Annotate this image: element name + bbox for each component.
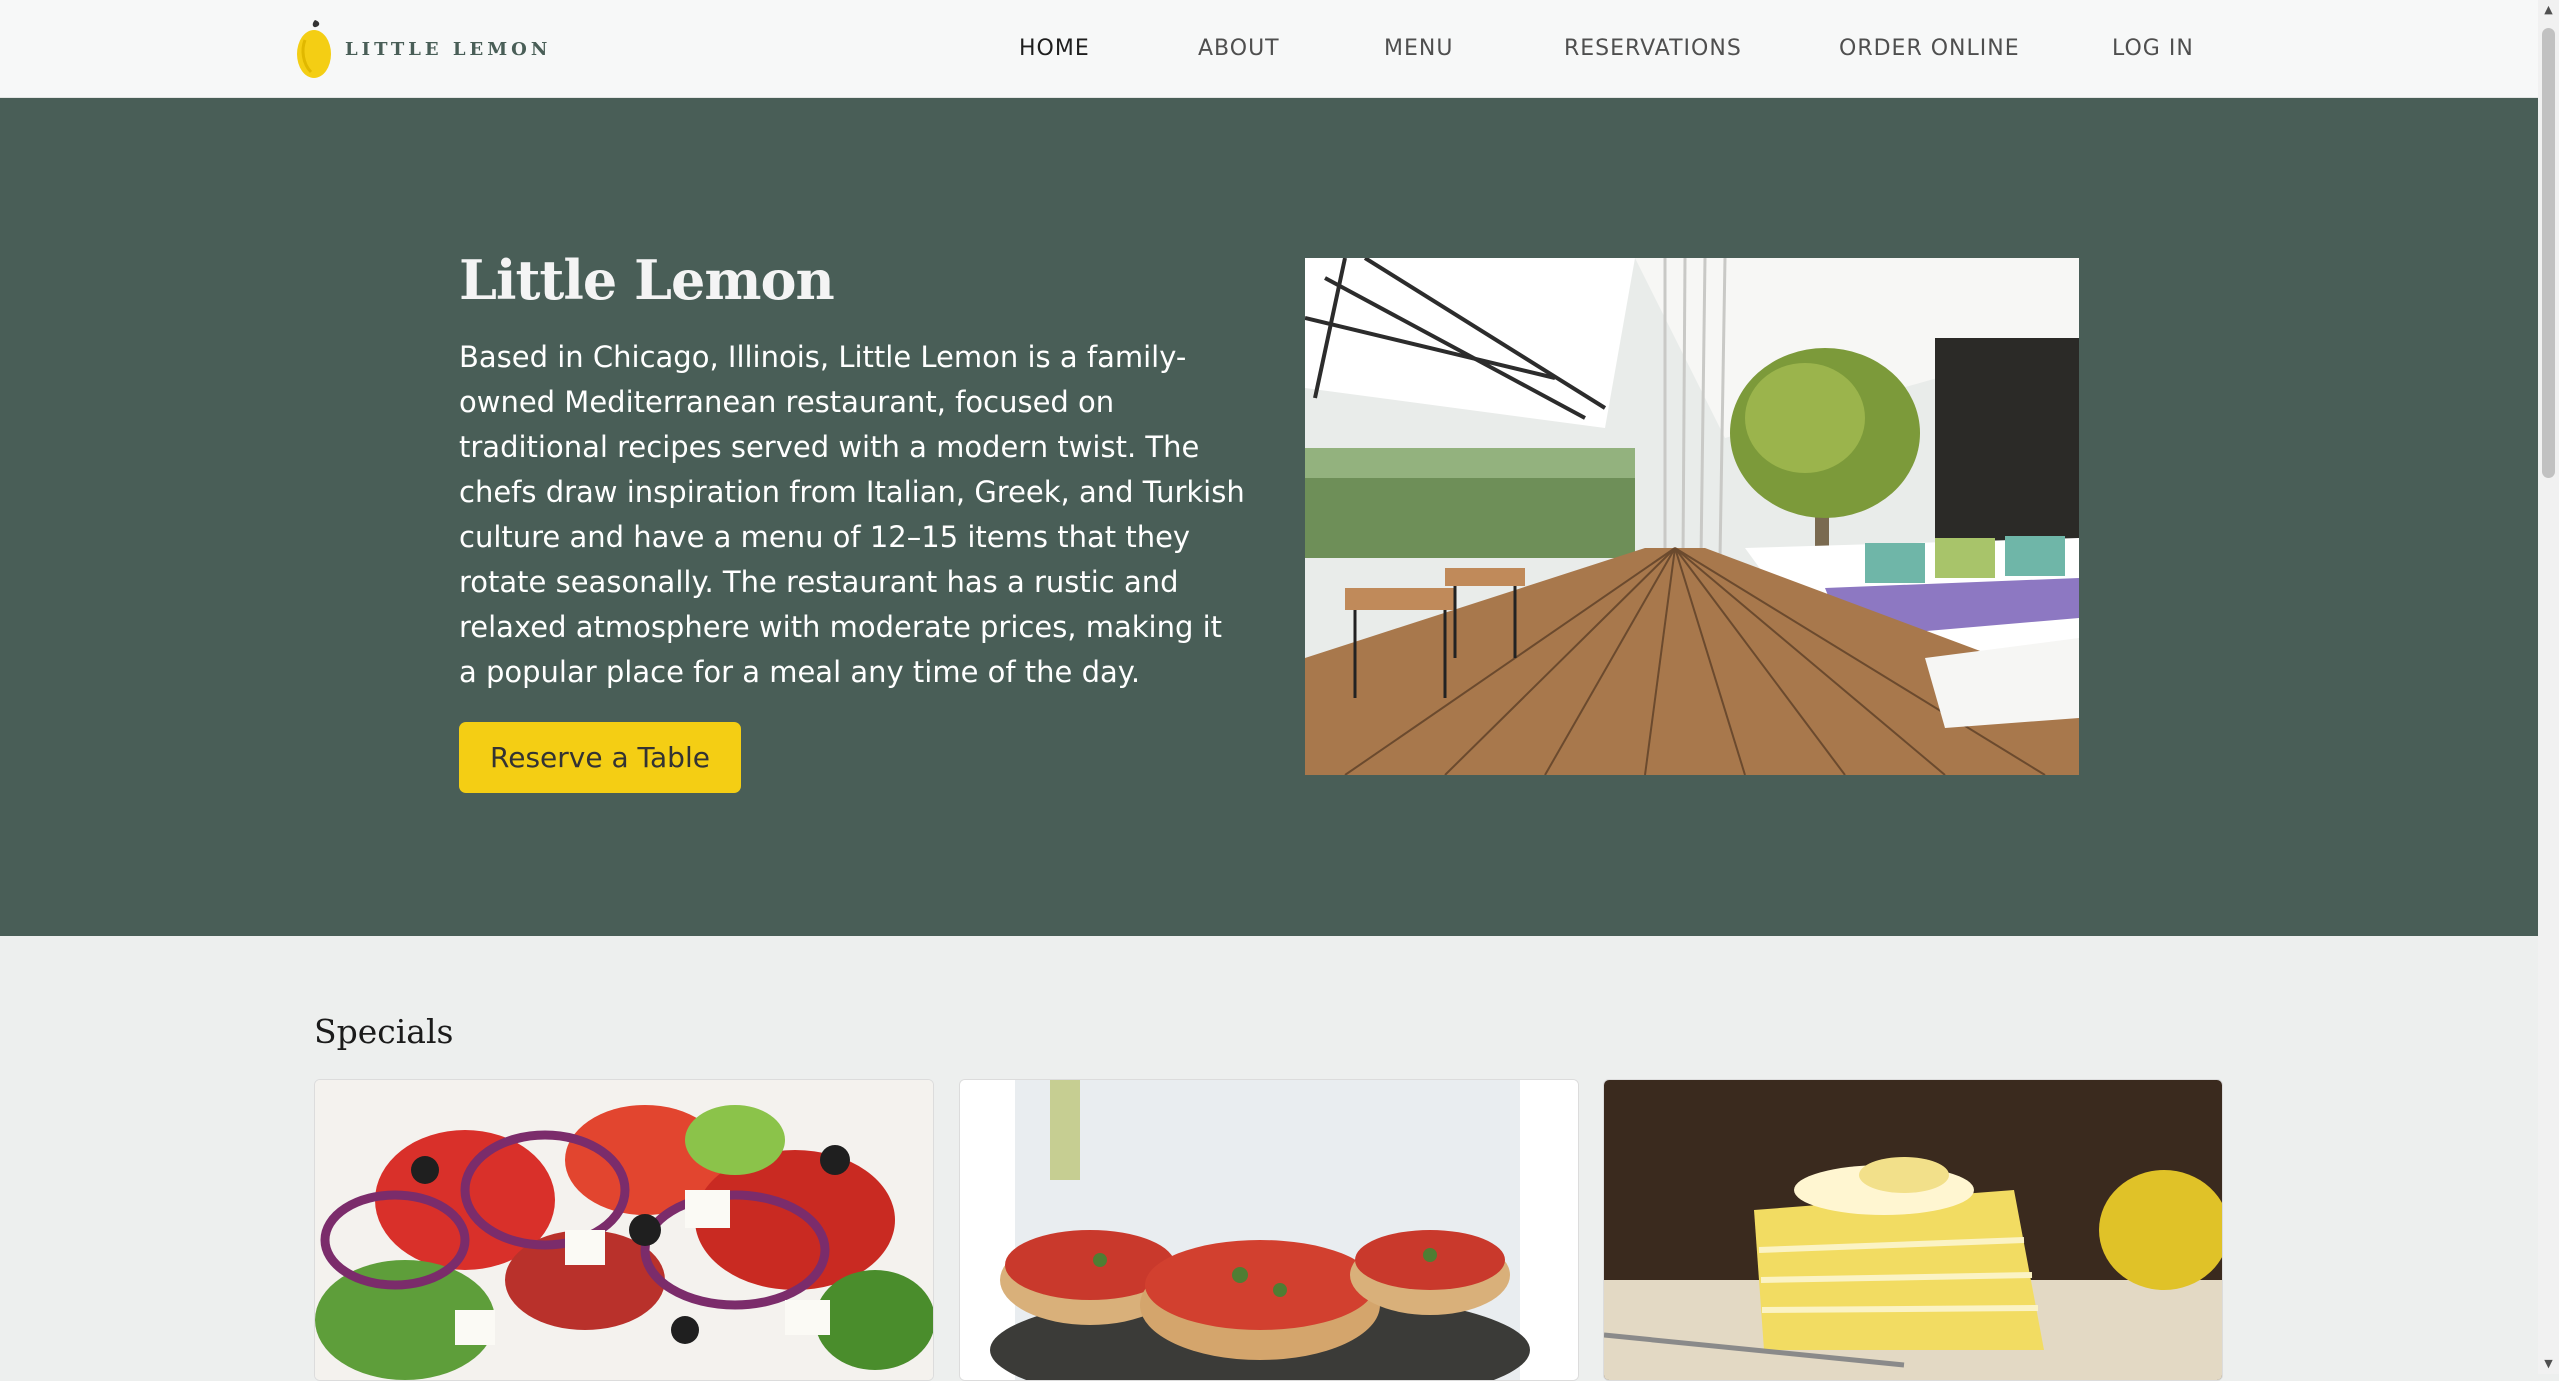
page-scrollbar[interactable]: ▲ ▼	[2538, 0, 2559, 1374]
special-card-bruschetta[interactable]	[959, 1079, 1579, 1381]
bruschetta-image	[960, 1080, 1578, 1380]
hero-section: Little Lemon Based in Chicago, Illinois,…	[0, 98, 2538, 936]
special-card-greek-salad[interactable]	[314, 1079, 934, 1381]
scroll-down-icon[interactable]: ▼	[2538, 1354, 2559, 1374]
logo-text: LITTLE LEMON	[345, 38, 552, 60]
scroll-up-icon[interactable]: ▲	[2538, 0, 2559, 20]
logo[interactable]: LITTLE LEMON	[295, 18, 551, 80]
nav-order-online[interactable]: ORDER ONLINE	[1839, 36, 2020, 61]
nav-reservations[interactable]: RESERVATIONS	[1564, 36, 1742, 61]
lemon-icon	[297, 20, 331, 78]
scroll-thumb[interactable]	[2542, 28, 2555, 478]
nav-home[interactable]: HOME	[1019, 36, 1090, 61]
nav-menu[interactable]: MENU	[1384, 36, 1453, 61]
hero-title: Little Lemon	[459, 248, 835, 312]
hero-description: Based in Chicago, Illinois, Little Lemon…	[459, 340, 1245, 689]
restaurant-image	[1305, 258, 2079, 775]
greek-salad-image	[315, 1080, 933, 1380]
specials-title: Specials	[314, 1012, 454, 1051]
main-nav: HOME ABOUT MENU RESERVATIONS ORDER ONLIN…	[1000, 0, 2538, 97]
reserve-table-button[interactable]: Reserve a Table	[459, 722, 741, 793]
lemon-dessert-image	[1604, 1080, 2222, 1380]
nav-login[interactable]: LOG IN	[2112, 36, 2194, 61]
nav-about[interactable]: ABOUT	[1198, 36, 1280, 61]
site-header: LITTLE LEMON HOME ABOUT MENU RESERVATION…	[0, 0, 2538, 98]
special-card-lemon-dessert[interactable]	[1603, 1079, 2223, 1381]
